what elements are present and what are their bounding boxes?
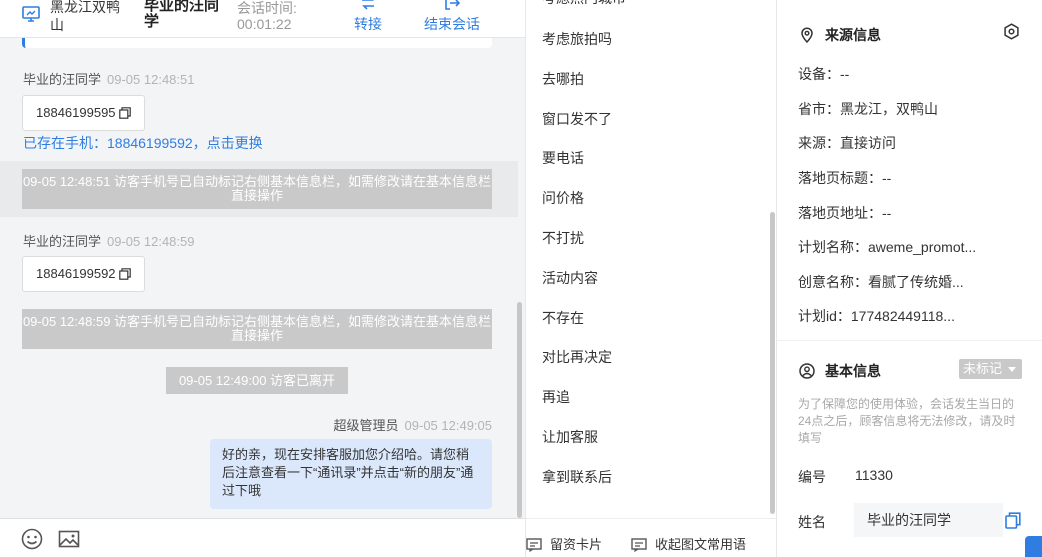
message-sender: 毕业的汪同学 09-05 12:48:51	[23, 69, 194, 88]
agent-message-bubble: 好的亲，现在安排客服加您介绍哈。请您稍后注意查看一下“通讯录”并点击“新的朋友”…	[210, 439, 492, 509]
change-phone-link[interactable]: 已存在手机：18846199592，点击更换	[23, 133, 263, 153]
quick-reply-item[interactable]: 对比再决定	[542, 347, 612, 367]
quick-reply-item[interactable]: 拿到联系后	[542, 467, 612, 487]
quick-reply-footer: 留资卡片 收起图文常用语	[526, 518, 776, 557]
info-landing-title: 落地页标题：--	[798, 170, 892, 186]
basic-info-label: 基本信息	[825, 363, 881, 379]
info-device: 设备：--	[798, 66, 850, 82]
visitor-name: 毕业的汪同学	[144, 0, 220, 30]
user-circle-icon	[799, 363, 815, 379]
floating-action-button[interactable]	[1025, 536, 1042, 557]
exit-icon	[445, 0, 460, 10]
info-landing-url: 落地页地址：--	[798, 205, 892, 221]
phone-card[interactable]: 18846199595	[22, 95, 145, 131]
copy-icon[interactable]	[119, 107, 131, 119]
image-icon[interactable]	[58, 528, 80, 550]
number-value: 11330	[855, 467, 893, 483]
quick-reply-panel: 考虑热门城市 考虑旅拍吗 去哪拍 窗口发不了 要电话 问价格 不打扰 活动内容 …	[525, 0, 777, 557]
transfer-label: 转接	[354, 16, 382, 32]
info-province-city: 省市：黑龙江，双鸭山	[798, 101, 938, 117]
message-time: 09-05 12:48:59	[107, 234, 195, 249]
previous-message-edge	[22, 38, 492, 48]
end-session-label: 结束会话	[424, 16, 480, 32]
message-sender: 毕业的汪同学 09-05 12:48:59	[23, 231, 194, 250]
basic-info-title: 基本信息	[799, 361, 881, 381]
collapse-phrases-label: 收起图文常用语	[655, 537, 747, 552]
chat-scrollbar[interactable]	[517, 302, 522, 518]
quick-reply-item[interactable]: 考虑热门城市	[542, 0, 626, 8]
lead-card-label: 留资卡片	[550, 537, 603, 552]
quick-reply-item[interactable]: 让加客服	[542, 427, 598, 447]
session-time: 00:01:22	[237, 16, 292, 32]
caret-down-icon	[1008, 367, 1016, 372]
section-divider	[777, 340, 1042, 341]
quick-reply-item[interactable]: 不存在	[542, 308, 584, 328]
visitor-location: 黑龙江双鸭山	[50, 0, 120, 33]
message-icon	[631, 538, 647, 552]
collapse-phrases-button[interactable]: 收起图文常用语	[631, 534, 746, 553]
phone-number: 18846199595	[36, 105, 116, 120]
info-panel: 来源信息 设备：-- 省市：黑龙江，双鸭山 来源：直接访问 落地页标题：-- 落…	[777, 0, 1042, 557]
transfer-button[interactable]: 转接	[354, 0, 382, 34]
agent-name: 超级管理员	[333, 418, 399, 433]
source-info-title: 来源信息	[799, 25, 881, 45]
quick-reply-scrollbar[interactable]	[770, 212, 775, 514]
name-field[interactable]: 毕业的汪同学	[854, 503, 1003, 537]
sender-name: 毕业的汪同学	[23, 234, 102, 249]
copy-icon[interactable]	[119, 268, 131, 280]
agent-sender: 超级管理员 09-05 12:49:05	[334, 415, 492, 434]
card-icon	[526, 538, 542, 552]
system-message: 09-05 12:48:59 访客手机号已自动标记右侧基本信息栏，如需修改请在基…	[22, 309, 492, 349]
edit-notice: 为了保障您的使用体验，会话发生当日的24点之后，顾客信息将无法修改，请及时填写	[798, 397, 1016, 445]
quick-reply-item[interactable]: 要电话	[542, 148, 584, 168]
end-session-button[interactable]: 结束会话	[424, 0, 480, 34]
transfer-icon	[362, 0, 374, 10]
phone-number: 18846199592	[36, 266, 116, 281]
copy-icon[interactable]	[1005, 512, 1021, 529]
message-time: 09-05 12:48:51	[107, 72, 195, 87]
name-label: 姓名	[798, 514, 826, 530]
quick-reply-item[interactable]: 去哪拍	[542, 69, 584, 89]
info-plan-id: 计划id：177482449118...	[798, 308, 955, 324]
quick-reply-item[interactable]: 再追	[542, 387, 570, 407]
quick-reply-item[interactable]: 窗口发不了	[542, 109, 612, 129]
quick-reply-item[interactable]: 活动内容	[542, 268, 598, 288]
info-source: 来源：直接访问	[798, 135, 896, 151]
chat-header: 黑龙江双鸭山 毕业的汪同学 会话时间: 00:01:22 转接 结束会话	[0, 0, 525, 38]
quick-reply-item[interactable]: 问价格	[542, 188, 584, 208]
sender-name: 毕业的汪同学	[23, 72, 102, 87]
chat-panel: 黑龙江双鸭山 毕业的汪同学 会话时间: 00:01:22 转接 结束会话 毕业的…	[0, 0, 525, 557]
location-pin-icon	[801, 27, 813, 43]
chat-toolbar	[0, 518, 525, 557]
lead-card-button[interactable]: 留资卡片	[526, 534, 602, 553]
system-message: 09-05 12:48:51 访客手机号已自动标记右侧基本信息栏，如需修改请在基…	[22, 169, 492, 209]
tag-dropdown[interactable]: 未标记	[959, 359, 1022, 379]
info-plan-name: 计划名称：aweme_promot...	[798, 239, 977, 255]
settings-hex-icon[interactable]	[1003, 23, 1020, 40]
tag-value: 未标记	[963, 361, 1003, 376]
number-label: 编号	[798, 469, 826, 485]
quick-reply-item[interactable]: 不打扰	[542, 228, 584, 248]
info-creative-name: 创意名称：看腻了传统婚...	[798, 274, 964, 290]
source-info-label: 来源信息	[825, 27, 881, 43]
monitor-icon	[22, 6, 40, 22]
agent-time: 09-05 12:49:05	[404, 418, 492, 433]
quick-reply-item[interactable]: 考虑旅拍吗	[542, 29, 612, 49]
visitor-left-notice: 09-05 12:49:00 访客已离开	[166, 367, 348, 394]
emoji-icon[interactable]	[21, 528, 43, 550]
phone-card[interactable]: 18846199592	[22, 256, 145, 292]
